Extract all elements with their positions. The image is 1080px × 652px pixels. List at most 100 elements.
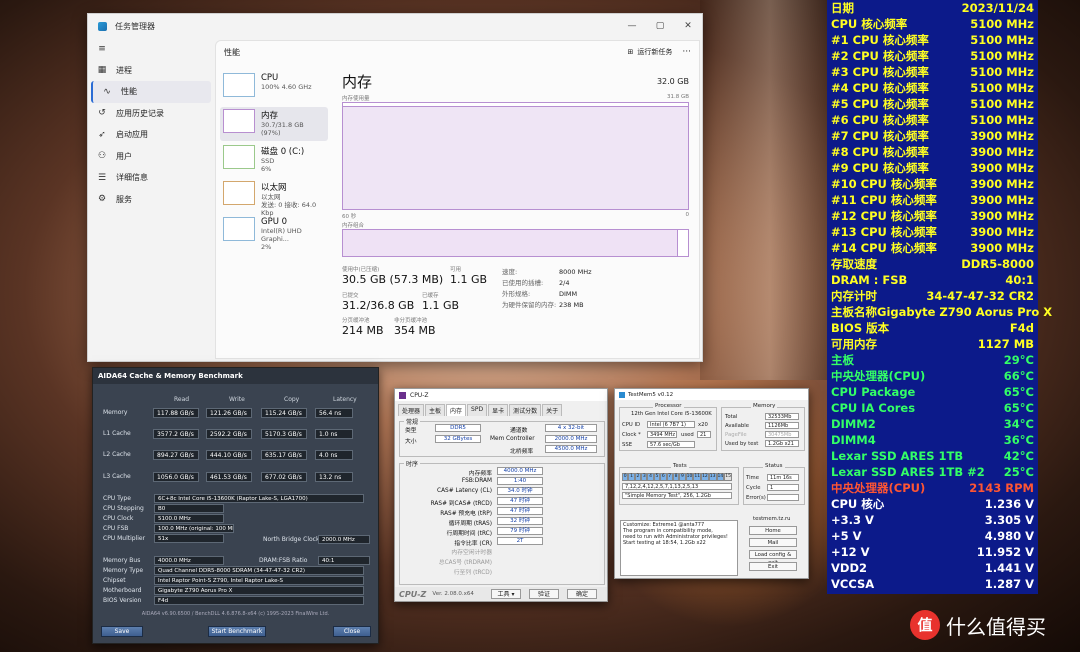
- history-icon: ↺: [98, 108, 106, 119]
- new-task-icon: ⊞: [627, 48, 634, 56]
- sensor-row: DIMM4 36°C: [831, 432, 1034, 448]
- tools-button[interactable]: 工具 ▾: [491, 589, 521, 599]
- sensor-row: #6 CPU 核心频率 5100 MHz: [831, 112, 1034, 128]
- nb-clock-label: North Bridge Clock: [263, 536, 320, 543]
- run-new-task-button[interactable]: ⊞ 运行新任务: [628, 47, 673, 57]
- list-icon: ☰: [97, 172, 107, 183]
- hamburger-menu-button[interactable]: ≡: [88, 38, 214, 60]
- nav-sidebar: ≡ ▦进程 ∿性能 ↺应用历史记录 ➶启动应用 ⚇用户 ☰详细信息 ⚙服务 ⚙设…: [88, 38, 214, 380]
- cpu-info-value: 51x: [154, 534, 224, 543]
- sensor-label: 中央处理器(CPU): [831, 369, 926, 383]
- maximize-button[interactable]: ▢: [646, 21, 674, 31]
- sensor-value: 1127 MB: [977, 337, 1034, 351]
- mail-button[interactable]: Mail: [749, 538, 797, 547]
- more-options-button[interactable]: ···: [682, 47, 691, 57]
- timing-value: 2T: [497, 537, 543, 545]
- cpuz-tab[interactable]: 处理器: [398, 404, 425, 416]
- tools-label: 工具: [497, 591, 510, 598]
- titlebar: 任务管理器 — ▢ ✕: [88, 14, 702, 38]
- sensor-label: #4 CPU 核心频率: [831, 81, 929, 95]
- cpuz-tab[interactable]: 内存: [446, 404, 467, 416]
- sensor-row: CPU 核心 1.236 V: [831, 496, 1034, 512]
- cpuz-tab[interactable]: SPD: [467, 404, 488, 416]
- sensor-value: 3.305 V: [984, 513, 1034, 527]
- cpuz-tab[interactable]: 显卡: [488, 404, 509, 416]
- sensor-label: 中央处理器(CPU): [831, 481, 926, 495]
- graph-axis-left: 60 秒: [342, 214, 357, 220]
- cpuz-tabs: 处理器 主板 内存 SPD 显卡 测试分数 关于: [395, 401, 607, 416]
- perf-sub: 6%: [261, 165, 272, 173]
- ok-button[interactable]: 确定: [567, 589, 597, 599]
- sensor-row: #8 CPU 核心频率 3900 MHz: [831, 144, 1034, 160]
- run-task-label: 运行新任务: [637, 48, 673, 56]
- timing-value: 79 时钟: [497, 527, 543, 535]
- cpuz-tab[interactable]: 测试分数: [509, 404, 542, 416]
- cpuz-version: Ver. 2.08.0.x64: [432, 591, 474, 597]
- minimize-button[interactable]: —: [618, 21, 646, 31]
- bench-cell: 894.27 GB/s: [153, 450, 199, 460]
- nav-item-processes[interactable]: ▦ 进程: [88, 60, 214, 82]
- mem-info-value: 4000.0 MHz: [154, 556, 224, 565]
- time-value: 11m 16s: [767, 474, 799, 481]
- stat-label: 分页缓冲池: [342, 318, 370, 324]
- home-button[interactable]: Home: [749, 526, 797, 535]
- validate-button[interactable]: 验证: [529, 589, 559, 599]
- disk-thumbnail: [223, 145, 255, 169]
- start-benchmark-button[interactable]: Start Benchmark: [208, 626, 266, 637]
- available-label: Available: [725, 423, 749, 429]
- sensor-value: 36°C: [1003, 433, 1034, 447]
- used-by-test-value: 1.2Gb x21: [765, 440, 799, 447]
- timing-label: RAS# 到CAS# (tRCD): [430, 501, 492, 507]
- nav-item-details[interactable]: ☰ 详细信息: [88, 167, 214, 189]
- clock-value: 3494 MHz: [647, 431, 677, 438]
- cycle-label: Cycle: [746, 485, 761, 491]
- perf-item-gpu[interactable]: GPU 0 Intel(R) UHD Graphi... 2%: [220, 215, 328, 251]
- sensor-value: 3900 MHz: [970, 193, 1034, 207]
- nav-item-startup[interactable]: ➶ 启动应用: [88, 124, 214, 146]
- perf-item-ethernet[interactable]: 以太网 以太网 发送: 0 接收: 64.0 Kbp: [220, 179, 328, 217]
- clock-used-label: used: [681, 432, 694, 438]
- total-label: Total: [725, 414, 738, 420]
- testmem-site-link[interactable]: testmem.tz.ru: [753, 516, 791, 522]
- sensor-value: DDR5-8000: [961, 257, 1034, 271]
- timing-label: 指令比率 (CR): [454, 541, 492, 547]
- cpuz-bottom-bar: CPU-Z Ver. 2.08.0.x64 工具 ▾ 验证 确定: [395, 587, 607, 601]
- sensor-label: 存取速度: [831, 257, 877, 271]
- timing-label: CAS# Latency (CL): [437, 488, 492, 494]
- sensor-overlay-panel: 日期 2023/11/24 CPU 核心频率 5100 MHz #1 CPU 核心频率 5…: [827, 0, 1052, 594]
- perf-item-disk[interactable]: 磁盘 0 (C:) SSD 6%: [220, 143, 328, 177]
- sensor-label: 可用内存: [831, 337, 877, 351]
- sensor-row: #14 CPU 核心频率 3900 MHz: [831, 240, 1034, 256]
- hamburger-icon: ≡: [98, 43, 106, 54]
- nav-item-app-history[interactable]: ↺ 应用历史记录: [88, 103, 214, 125]
- size-label: 大小: [405, 439, 417, 445]
- nav-item-services[interactable]: ⚙ 服务: [88, 189, 214, 211]
- sensor-label: #2 CPU 核心频率: [831, 49, 929, 63]
- exit-button[interactable]: Exit: [749, 562, 797, 571]
- sensor-label: Lexar SSD ARES 1TB: [831, 449, 964, 463]
- perf-item-memory[interactable]: 内存 30.7/31.8 GB (97%): [220, 107, 328, 141]
- sensor-value: 5100 MHz: [970, 49, 1034, 63]
- save-button[interactable]: Save: [101, 626, 143, 637]
- timing-value: 32 时钟: [497, 517, 543, 525]
- mem-controller-value: 2000.0 MHz: [545, 435, 597, 443]
- cpuz-tab[interactable]: 关于: [542, 404, 563, 416]
- clock-used-value: 21: [697, 431, 711, 438]
- stat-value: 1.1 GB: [450, 273, 488, 286]
- perf-item-cpu[interactable]: CPU 100% 4.60 GHz: [220, 71, 328, 105]
- sensor-label: DRAM : FSB: [831, 273, 908, 287]
- sensor-row: #9 CPU 核心频率 3900 MHz: [831, 160, 1034, 176]
- nav-item-performance[interactable]: ∿ 性能: [91, 81, 211, 103]
- timing-label: 循环周期 (tRAS): [448, 521, 492, 527]
- mem-info-value: F4d: [154, 596, 364, 605]
- header-copy: Copy: [284, 396, 300, 403]
- bench-cell: 1.0 ns: [315, 429, 353, 439]
- nav-item-users[interactable]: ⚇ 用户: [88, 146, 214, 168]
- sensor-value: 34-47-47-32 CR2: [926, 289, 1034, 303]
- sensor-value: 1.236 V: [984, 497, 1034, 511]
- cpuz-tab[interactable]: 主板: [425, 404, 446, 416]
- close-button[interactable]: ✕: [674, 21, 702, 31]
- load-config-exit-button[interactable]: Load config & exit: [749, 550, 797, 566]
- close-button[interactable]: Close: [333, 626, 371, 637]
- northbridge-label: 北桥频率: [510, 449, 534, 455]
